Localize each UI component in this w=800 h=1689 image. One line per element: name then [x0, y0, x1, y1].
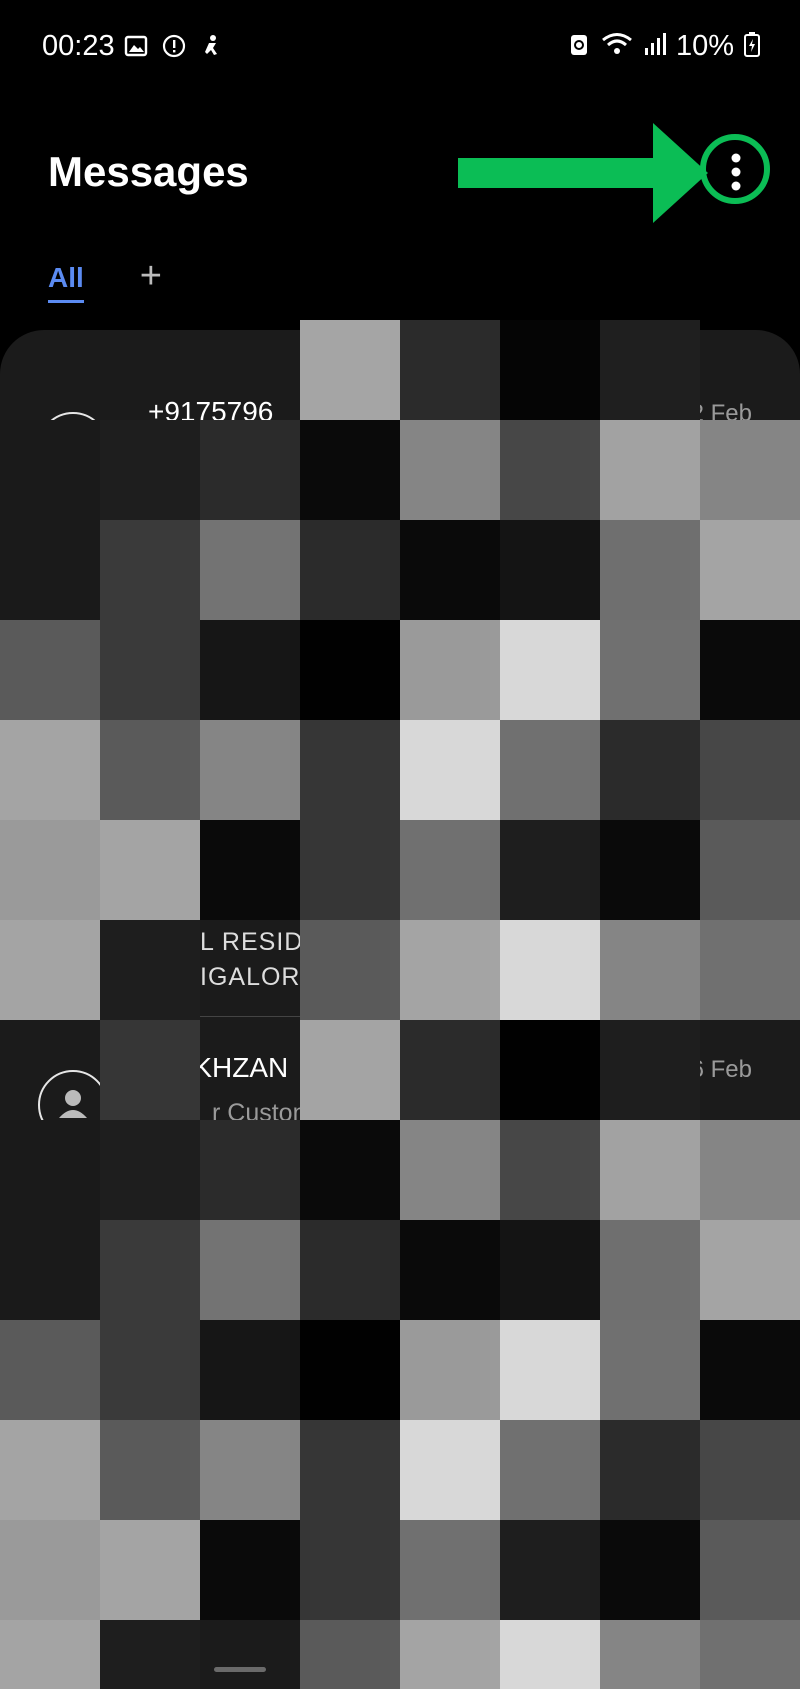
message-fragment: L RESID [200, 928, 304, 956]
message-date: 16 Feb [677, 1056, 752, 1083]
message-fragment: IGALORE [200, 963, 319, 991]
list-item[interactable]: +9175796 Dear 888444 edited 22 Feb [0, 360, 800, 510]
alert-icon [162, 34, 186, 58]
sender-name: +9175796 [148, 396, 274, 427]
message-preview: Dear 888444 [148, 442, 293, 470]
battery-percent: 10% [675, 30, 734, 62]
tab-all[interactable]: All [48, 262, 84, 303]
more-vertical-icon [731, 153, 741, 191]
message-preview-end: ga [595, 1099, 623, 1127]
contact-avatar[interactable] [38, 1070, 108, 1140]
person-icon [59, 432, 87, 460]
contact-avatar[interactable] [38, 412, 108, 482]
add-category-button[interactable]: + [140, 257, 162, 295]
status-time: 00:23 [42, 30, 115, 62]
list-item[interactable]: -KHZAN r Custom ga 16 Feb [0, 1030, 800, 1180]
category-tabs: All + [48, 257, 162, 303]
status-bar: 00:23 10% [0, 0, 800, 100]
wifi-icon [600, 31, 634, 62]
notification-icons [124, 34, 224, 58]
battery-charging-icon [744, 31, 760, 62]
navigation-handle[interactable] [214, 1667, 266, 1672]
more-options-button[interactable] [708, 144, 764, 200]
signal-icon [644, 32, 666, 61]
gallery-icon [124, 34, 148, 58]
message-preview: r Custom [212, 1099, 314, 1127]
message-date: 22 Feb [677, 400, 752, 427]
divider [200, 1016, 300, 1017]
sender-name: -KHZAN [184, 1052, 289, 1083]
message-preview-end: edited [595, 442, 664, 470]
page-title: Messages [48, 148, 249, 195]
person-icon [59, 1090, 87, 1118]
accessibility-icon [200, 34, 224, 58]
conversation-list: +9175796 Dear 888444 edited 22 Feb L RES… [0, 330, 800, 1689]
status-right-group: 10% [568, 30, 760, 63]
unread-badge [718, 1126, 746, 1154]
arrow-right-icon [458, 123, 708, 223]
recycle-icon [568, 31, 590, 62]
